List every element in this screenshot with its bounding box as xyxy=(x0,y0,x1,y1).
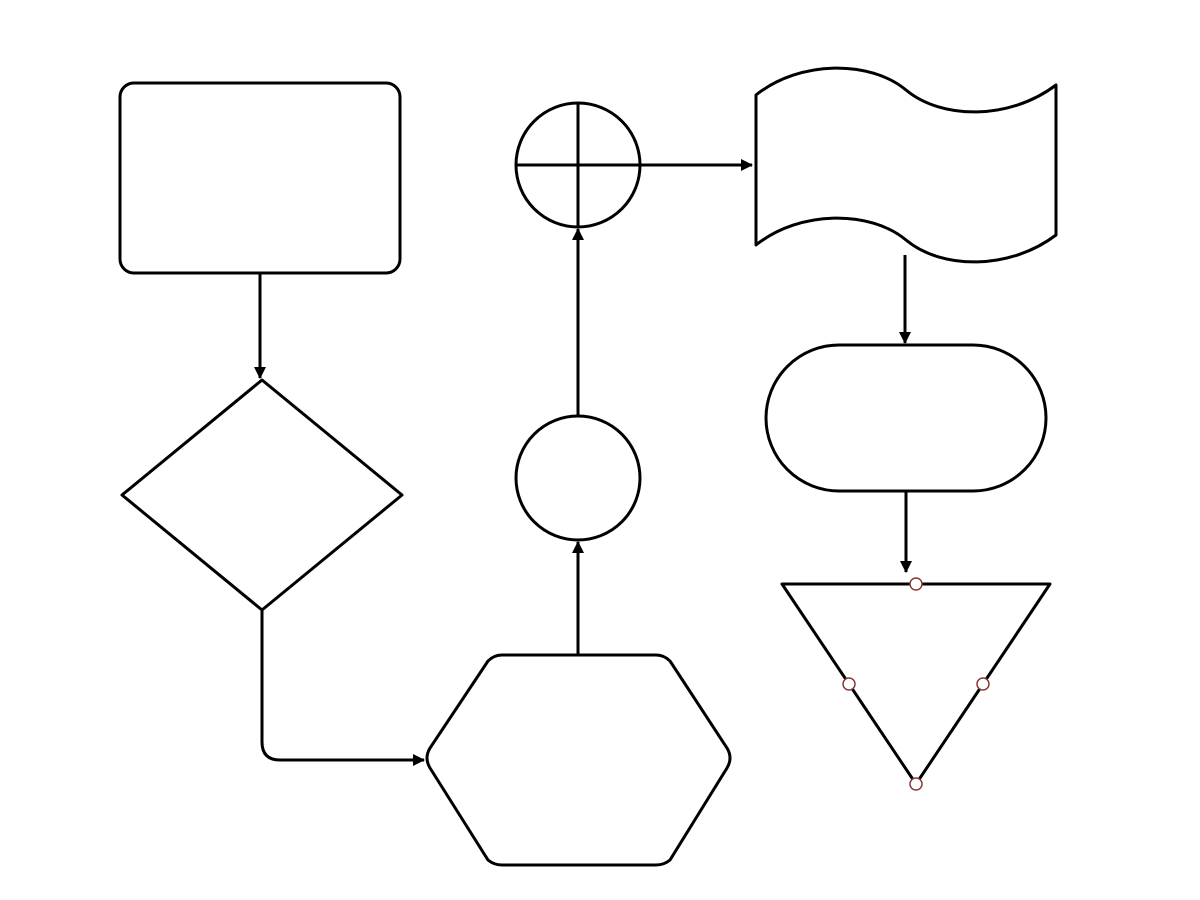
connection-handle-icon[interactable] xyxy=(977,678,989,690)
flowchart-canvas[interactable] xyxy=(0,0,1200,900)
process-rect-node[interactable] xyxy=(120,83,400,273)
merge-triangle-node[interactable] xyxy=(782,578,1050,790)
connection-handle-icon[interactable] xyxy=(843,678,855,690)
preparation-hexagon-node[interactable] xyxy=(427,655,730,865)
connection-handle-icon[interactable] xyxy=(910,578,922,590)
terminator-capsule-node[interactable] xyxy=(766,345,1046,491)
decision-diamond-node[interactable] xyxy=(122,380,402,610)
edge-diamond-to-hexagon[interactable] xyxy=(262,610,424,760)
document-wave-node[interactable] xyxy=(756,68,1056,262)
connector-circle-node[interactable] xyxy=(516,416,640,540)
connection-handle-icon[interactable] xyxy=(910,778,922,790)
summing-junction-node[interactable] xyxy=(516,103,640,227)
